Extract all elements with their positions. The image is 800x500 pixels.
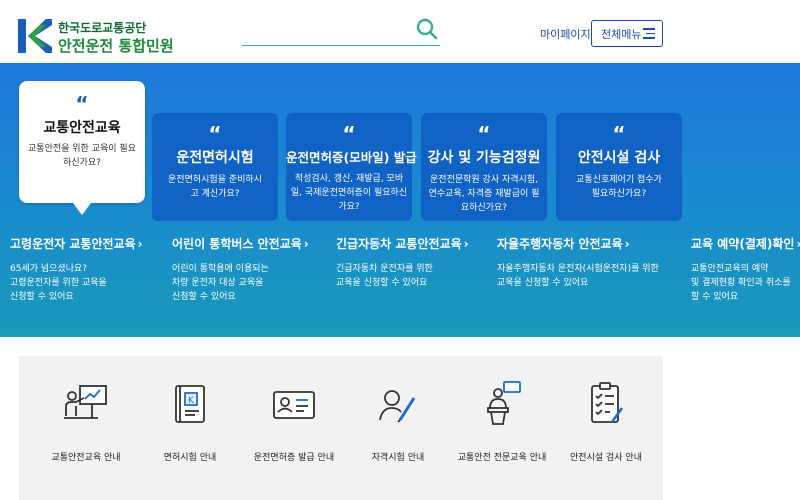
quick-link-label: 자격시험 안내 bbox=[371, 453, 425, 463]
quick-link-professional-education[interactable]: 교통안전 전문교육 안내 bbox=[447, 380, 557, 463]
lecturer-podium-icon bbox=[487, 381, 521, 425]
quick-link-label: 운전면허증 발급 안내 bbox=[253, 453, 335, 463]
card-desc: 운전전문학원 강사 자격시험, 연수교육, 자격증 재발급이 필요하신가요? bbox=[428, 175, 540, 213]
all-menu-label: 전체메뉴 bbox=[601, 27, 642, 41]
id-card-icon bbox=[273, 391, 315, 419]
logo-org-name: 한국도로교통공단 bbox=[58, 21, 147, 35]
chevron-right-icon: › bbox=[303, 237, 309, 251]
sub-autonomous-vehicle-education: 자율주행자동차 안전교육 › 자율주행자동차 운전자(시험운전자)를 위한 교육을… bbox=[497, 235, 687, 290]
mypage-link[interactable]: 마이페이지 bbox=[540, 26, 591, 42]
quick-link-label: 교통안전 전문교육 안내 bbox=[457, 453, 547, 463]
hamburger-icon bbox=[643, 28, 655, 39]
logo-service-name: 안전운전 통합민원 bbox=[58, 37, 174, 55]
teacher-board-icon bbox=[64, 385, 107, 419]
sub-link[interactable]: 자율주행자동차 안전교육 › bbox=[497, 235, 687, 252]
sub-desc: 자율주행자동차 운전자(시험운전자)를 위한 교육을 신청할 수 있어요 bbox=[497, 264, 659, 288]
quick-links-panel: 교통안전교육 안내 K 면허시험 안내 운전면허증 발급 안내 자격시험 안내 … bbox=[19, 356, 663, 500]
hero-section: “ 교통안전교육 교통안전을 위한 교육이 필요하신가요? “ 운전면허시험 운… bbox=[0, 63, 800, 337]
card-title: 교통안전교육 bbox=[43, 120, 121, 136]
site-logo[interactable]: 한국도로교통공단 안전운전 통합민원 bbox=[18, 17, 174, 57]
card-title: 안전시설 검사 bbox=[577, 150, 661, 166]
sub-link[interactable]: 고령운전자 교통안전교육 › bbox=[10, 235, 170, 252]
quick-link-label: 면허시험 안내 bbox=[163, 453, 217, 463]
quick-link-license-issuance[interactable]: 운전면허증 발급 안내 bbox=[239, 380, 349, 463]
sub-link[interactable]: 어린이 통학버스 안전교육 › bbox=[172, 235, 332, 252]
exam-pencil-icon bbox=[379, 390, 416, 423]
sub-title: 어린이 통학버스 안전교육 bbox=[172, 237, 302, 251]
quick-link-label: 교통안전교육 안내 bbox=[51, 453, 121, 463]
quick-link-facility-inspection[interactable]: 안전시설 검사 안내 bbox=[551, 380, 661, 463]
sub-desc: 어린이 통학용에 이용되는 차량 운전자 대상 교육을 신청할 수 있어요 bbox=[172, 264, 269, 302]
sub-reservation-check: 교육 예약(결제)확인› 교통안전교육의 예약 및 결제현황 확인과 취소를 할… bbox=[691, 235, 800, 304]
card-instructor-examiner[interactable]: “ 강사 및 기능검정원 운전전문학원 강사 자격시험, 연수교육, 자격증 재… bbox=[421, 113, 547, 221]
card-safety-facility-inspection[interactable]: “ 안전시설 검사 교통신호제어기 접수가 필요하신가요? bbox=[556, 113, 682, 221]
sub-desc: 교통안전교육의 예약 및 결제현황 확인과 취소를 할 수 있어요 bbox=[691, 264, 791, 302]
sub-elderly-driver-education: 고령운전자 교통안전교육 › 65세가 넘으셨나요? 고령운전자를 위한 교육을 … bbox=[10, 235, 170, 304]
sub-title: 자율주행자동차 안전교육 bbox=[497, 237, 623, 251]
card-license-exam[interactable]: “ 운전면허시험 운전면허시험을 준비하시고 계신가요? bbox=[152, 113, 278, 221]
chevron-right-icon: › bbox=[137, 237, 143, 251]
chevron-right-icon: › bbox=[796, 237, 800, 251]
card-desc: 교통신호제어기 접수가 필요하신가요? bbox=[576, 175, 662, 199]
header: 한국도로교통공단 안전운전 통합민원 마이페이지 전체메뉴 bbox=[0, 0, 800, 63]
sub-title: 고령운전자 교통안전교육 bbox=[10, 237, 136, 251]
quote-icon: “ bbox=[208, 122, 222, 146]
quote-icon: “ bbox=[612, 122, 626, 146]
search-icon[interactable] bbox=[416, 18, 438, 40]
chevron-right-icon: › bbox=[463, 237, 469, 251]
card-desc: 교통안전을 위한 교육이 필요하신가요? bbox=[28, 144, 136, 168]
chevron-right-icon: › bbox=[624, 237, 630, 251]
sub-link[interactable]: 교육 예약(결제)확인› bbox=[691, 235, 800, 252]
sub-desc: 긴급자동차 운전자를 위한 교육을 신청할 수 있어요 bbox=[336, 264, 433, 288]
card-desc: 적성검사, 갱신, 재발급, 모바일, 국제운전면허증이 필요하신가요? bbox=[290, 174, 408, 212]
sub-link[interactable]: 긴급자동차 교통안전교육 › bbox=[336, 235, 496, 252]
quick-link-label: 안전시설 검사 안내 bbox=[570, 453, 642, 463]
quick-link-license-exam[interactable]: K 면허시험 안내 bbox=[135, 380, 245, 463]
search-bar bbox=[242, 16, 440, 46]
card-title: 운전면허시험 bbox=[176, 150, 254, 166]
sub-title: 긴급자동차 교통안전교육 bbox=[336, 237, 462, 251]
search-input[interactable] bbox=[242, 18, 412, 42]
card-desc: 운전면허시험을 준비하시고 계신가요? bbox=[168, 175, 262, 199]
quote-icon: “ bbox=[75, 92, 89, 116]
kotsa-logo-icon bbox=[18, 19, 52, 53]
quote-icon: “ bbox=[342, 122, 356, 146]
quick-link-qualification-exam[interactable]: 자격시험 안내 bbox=[343, 380, 453, 463]
quote-icon: “ bbox=[477, 122, 491, 146]
all-menu-button[interactable]: 전체메뉴 bbox=[591, 20, 663, 47]
card-title: 운전면허증(모바일) 발급 bbox=[286, 150, 417, 165]
sub-title: 교육 예약(결제)확인 bbox=[691, 237, 795, 251]
card-license-issuance[interactable]: “ 운전면허증(모바일) 발급 적성검사, 갱신, 재발급, 모바일, 국제운전… bbox=[286, 113, 417, 221]
quick-link-traffic-education[interactable]: 교통안전교육 안내 bbox=[31, 380, 141, 463]
card-traffic-safety-education[interactable]: “ 교통안전교육 교통안전을 위한 교육이 필요하신가요? bbox=[19, 81, 145, 215]
sub-school-bus-education: 어린이 통학버스 안전교육 › 어린이 통학용에 이용되는 차량 운전자 대상 교… bbox=[172, 235, 332, 304]
sub-desc: 65세가 넘으셨나요? 고령운전자를 위한 교육을 신청할 수 있어요 bbox=[10, 264, 107, 302]
license-book-icon: K bbox=[175, 385, 205, 423]
checklist-icon bbox=[591, 382, 624, 423]
sub-emergency-vehicle-education: 긴급자동차 교통안전교육 › 긴급자동차 운전자를 위한 교육을 신청할 수 있어… bbox=[336, 235, 496, 290]
card-title: 강사 및 기능검정원 bbox=[427, 150, 541, 166]
